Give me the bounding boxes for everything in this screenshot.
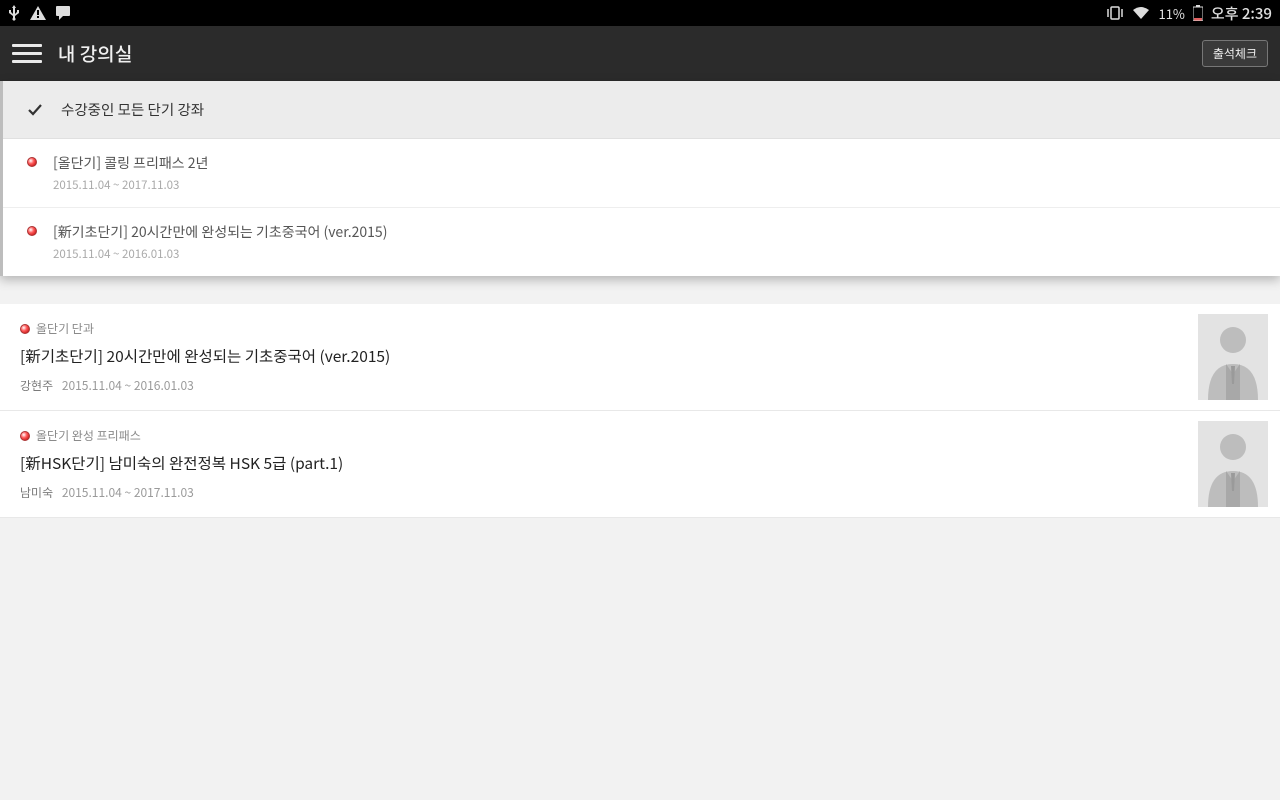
status-left (8, 5, 72, 21)
course-tag: 올단기 단과 (36, 320, 94, 337)
dropdown-header[interactable]: 수강중인 모든 단기 강좌 (3, 81, 1280, 139)
course-title: [新HSK단기] 남미숙의 완전정복 HSK 5급 (part.1) (20, 452, 1260, 474)
course-card[interactable]: 올단기 단과 [新기초단기] 20시간만에 완성되는 기초중국어 (ver.20… (0, 304, 1280, 411)
course-card[interactable]: 올단기 완성 프리패스 [新HSK단기] 남미숙의 완전정복 HSK 5급 (p… (0, 411, 1280, 518)
course-tagline: 올단기 단과 (20, 320, 1260, 337)
bullet-icon (20, 431, 30, 441)
clock-text: 오후 2:39 (1211, 3, 1272, 24)
course-title: [新기초단기] 20시간만에 완성되는 기초중국어 (ver.2015) (20, 345, 1260, 367)
course-dates: 2015.11.04 ~ 2016.01.03 (62, 377, 194, 394)
dropdown-option-title: [올단기] 콜링 프리패스 2년 (53, 153, 208, 173)
dropdown-option-body: [新기초단기] 20시간만에 완성되는 기초중국어 (ver.2015) 201… (53, 222, 387, 262)
course-tagline: 올단기 완성 프리패스 (20, 427, 1260, 444)
instructor-avatar (1198, 421, 1268, 507)
bullet-icon (27, 157, 37, 167)
dropdown-header-label: 수강중인 모든 단기 강좌 (61, 99, 204, 120)
app-bar: 내 강의실 출석체크 (0, 26, 1280, 81)
course-dates: 2015.11.04 ~ 2017.11.03 (62, 484, 194, 501)
course-meta: 강현주 2015.11.04 ~ 2016.01.03 (20, 377, 1260, 394)
dropdown-option-title: [新기초단기] 20시간만에 완성되는 기초중국어 (ver.2015) (53, 222, 387, 242)
page-title: 내 강의실 (58, 40, 132, 67)
warning-icon (30, 6, 46, 20)
attendance-check-button[interactable]: 출석체크 (1202, 40, 1268, 67)
dropdown-option-body: [올단기] 콜링 프리패스 2년 2015.11.04 ~ 2017.11.03 (53, 153, 208, 193)
battery-icon (1193, 5, 1203, 21)
dropdown-option-dates: 2015.11.04 ~ 2016.01.03 (53, 246, 387, 262)
course-meta: 남미숙 2015.11.04 ~ 2017.11.03 (20, 484, 1260, 501)
check-icon (27, 102, 43, 118)
course-filter-dropdown: 수강중인 모든 단기 강좌 [올단기] 콜링 프리패스 2년 2015.11.0… (0, 81, 1280, 276)
course-tag: 올단기 완성 프리패스 (36, 427, 141, 444)
wifi-icon (1132, 6, 1150, 20)
usb-icon (8, 5, 20, 21)
dropdown-option[interactable]: [新기초단기] 20시간만에 완성되는 기초중국어 (ver.2015) 201… (3, 208, 1280, 276)
instructor-avatar (1198, 314, 1268, 400)
status-bar: 11% 오후 2:39 (0, 0, 1280, 26)
course-author: 남미숙 (20, 484, 53, 501)
dropdown-option[interactable]: [올단기] 콜링 프리패스 2년 2015.11.04 ~ 2017.11.03 (3, 139, 1280, 208)
bullet-icon (27, 226, 37, 236)
dropdown-option-dates: 2015.11.04 ~ 2017.11.03 (53, 177, 208, 193)
battery-text: 11% (1158, 4, 1184, 23)
vibrate-icon (1106, 6, 1124, 20)
bullet-icon (20, 324, 30, 334)
menu-icon[interactable] (12, 39, 42, 69)
chat-icon (56, 6, 72, 20)
course-author: 강현주 (20, 377, 53, 394)
status-right: 11% 오후 2:39 (1106, 3, 1272, 24)
